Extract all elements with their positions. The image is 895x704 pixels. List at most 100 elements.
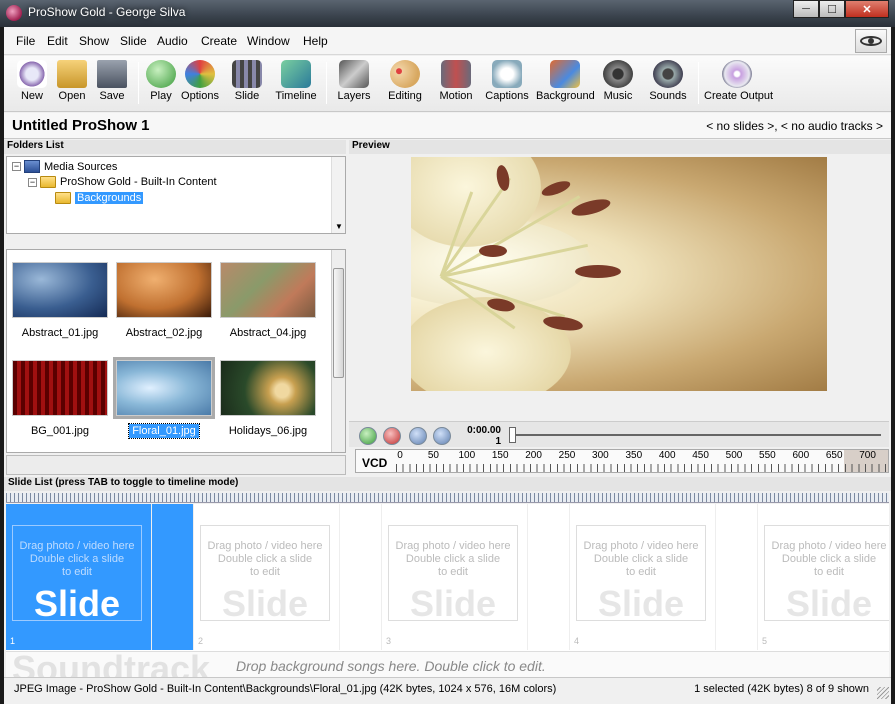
slide-drop-area[interactable]: Drag photo / video here Double click a sl…	[200, 525, 330, 624]
captions-button[interactable]: Captions	[484, 60, 530, 108]
ruler-tick-label: 400	[658, 450, 676, 461]
menu-edit[interactable]: Edit	[47, 34, 68, 48]
slide-slot-2[interactable]: Drag photo / video here Double click a sl…	[194, 504, 340, 650]
thumbnail-image	[12, 360, 108, 416]
thumbnail-item[interactable]: Holidays_06.jpg	[219, 360, 317, 437]
layers-button[interactable]: Layers	[334, 60, 374, 108]
toolbar-separator	[138, 62, 139, 104]
menu-show[interactable]: Show	[79, 34, 109, 48]
preview-transport: 0:00.00 1	[349, 421, 889, 447]
save-disk-icon	[97, 60, 127, 88]
ruler-tick-label: 450	[692, 450, 709, 461]
app-icon[interactable]	[6, 5, 22, 21]
slide-number: 4	[574, 636, 580, 646]
transition-slot[interactable]	[152, 504, 194, 650]
slide-slot-1[interactable]: Drag photo / video here Double click a sl…	[6, 504, 152, 650]
next-icon[interactable]	[433, 427, 451, 445]
options-button[interactable]: Options	[180, 60, 220, 108]
scrollbar-thumb[interactable]	[333, 268, 344, 378]
slide-drop-area[interactable]: Drag photo / video here Double click a sl…	[12, 525, 142, 624]
output-format-label: VCD	[362, 456, 388, 470]
project-status: < no slides >, < no audio tracks >	[706, 119, 883, 133]
tree-item-media-sources[interactable]: − Media Sources	[12, 160, 117, 173]
editing-palette-icon	[390, 60, 420, 88]
eye-logo-icon[interactable]	[855, 29, 887, 53]
slide-drop-area[interactable]: Drag photo / video here Double click a sl…	[576, 525, 706, 624]
tree-scrollbar[interactable]: ▼	[331, 157, 345, 233]
transition-slot[interactable]	[528, 504, 570, 650]
ruler-tick-label: 150	[491, 450, 509, 461]
create-output-button[interactable]: Create Output	[704, 60, 773, 108]
background-icon	[550, 60, 580, 88]
timeline-button[interactable]: Timeline	[274, 60, 318, 108]
slide-slot-3[interactable]: Drag photo / video here Double click a sl…	[382, 504, 528, 650]
stop-icon[interactable]	[383, 427, 401, 445]
collapse-icon[interactable]: −	[12, 162, 21, 171]
folder-icon	[55, 192, 71, 204]
editing-button[interactable]: Editing	[384, 60, 426, 108]
scrub-handle[interactable]	[509, 427, 516, 443]
folders-list-header: Folders List	[4, 140, 346, 154]
resize-grip-icon[interactable]	[877, 687, 889, 699]
maximize-button[interactable]: ☐	[819, 0, 845, 18]
menu-window[interactable]: Window	[247, 34, 290, 48]
motion-button[interactable]: Motion	[436, 60, 476, 108]
slide-drop-area[interactable]: Drag photo / video here Double click a sl…	[388, 525, 518, 624]
media-sources-icon	[24, 160, 40, 173]
slide-slot-4[interactable]: Drag photo / video here Double click a sl…	[570, 504, 716, 650]
ruler-tick-label: 500	[725, 450, 743, 461]
menu-bar: File Edit Show Slide Audio Create Window…	[4, 27, 891, 55]
new-button[interactable]: New	[14, 60, 50, 108]
timeline-icon	[281, 60, 311, 88]
thumbnails-scrollbar[interactable]	[331, 250, 345, 452]
close-button[interactable]: ✕	[845, 0, 889, 18]
menu-slide[interactable]: Slide	[120, 34, 147, 48]
menu-help[interactable]: Help	[303, 34, 328, 48]
previous-icon[interactable]	[409, 427, 427, 445]
play-icon	[146, 60, 176, 88]
ruler-tick-label: 600	[792, 450, 810, 461]
slide-drop-area[interactable]: Drag photo / video here Double click a sl…	[764, 525, 889, 624]
thumbnail-item-selected[interactable]: Floral_01.jpg	[113, 357, 215, 439]
thumbnail-item[interactable]: Abstract_02.jpg	[115, 262, 213, 339]
background-button[interactable]: Background	[536, 60, 595, 108]
ruler-ticks	[396, 464, 886, 472]
thumbnail-image	[12, 262, 108, 318]
menu-create[interactable]: Create	[201, 34, 237, 48]
ruler-tick-label: 550	[759, 450, 776, 461]
scrub-track[interactable]	[511, 434, 881, 436]
menu-file[interactable]: File	[16, 34, 35, 48]
sounds-button[interactable]: Sounds	[648, 60, 688, 108]
thumbnail-item[interactable]: Abstract_01.jpg	[11, 262, 109, 339]
play-button[interactable]: Play	[144, 60, 178, 108]
open-button[interactable]: Open	[54, 60, 90, 108]
new-icon	[17, 60, 47, 88]
music-button[interactable]: Music	[600, 60, 636, 108]
preview-header: Preview	[349, 140, 891, 154]
thumbnail-item[interactable]: BG_001.jpg	[11, 360, 109, 437]
save-button[interactable]: Save	[94, 60, 130, 108]
scroll-down-arrow-icon[interactable]: ▼	[335, 222, 343, 231]
project-bar: Untitled ProShow 1 < no slides >, < no a…	[4, 113, 891, 139]
ruler-tick-label: 200	[525, 450, 542, 461]
minimize-button[interactable]: ─	[793, 0, 819, 18]
tree-item-backgrounds[interactable]: Backgrounds	[55, 192, 144, 204]
ruler-tick-label: 700	[859, 450, 876, 461]
slide-button[interactable]: Slide	[230, 60, 264, 108]
menu-audio[interactable]: Audio	[157, 34, 188, 48]
collapse-icon[interactable]: −	[28, 177, 37, 187]
transition-slot[interactable]	[340, 504, 382, 650]
music-speaker-icon	[603, 60, 633, 88]
folder-open-icon	[40, 176, 56, 188]
preview-image	[411, 157, 827, 391]
ruler-tick-label: 100	[458, 450, 476, 461]
folders-bottom-bar	[6, 455, 346, 475]
output-ruler: VCD 0 50 100 150 200 250 300 350 400 450 500 550 600…	[355, 449, 889, 473]
layers-icon	[339, 60, 369, 88]
play-icon[interactable]	[359, 427, 377, 445]
transition-slot[interactable]	[716, 504, 758, 650]
tree-item-builtin-content[interactable]: − ProShow Gold - Built-In Content	[28, 176, 217, 188]
thumbnail-item[interactable]: Abstract_04.jpg	[219, 262, 317, 339]
file-thumbnails: Abstract_01.jpg Abstract_02.jpg Abstract…	[6, 249, 346, 453]
slide-slot-5[interactable]: Drag photo / video here Double click a sl…	[758, 504, 889, 650]
